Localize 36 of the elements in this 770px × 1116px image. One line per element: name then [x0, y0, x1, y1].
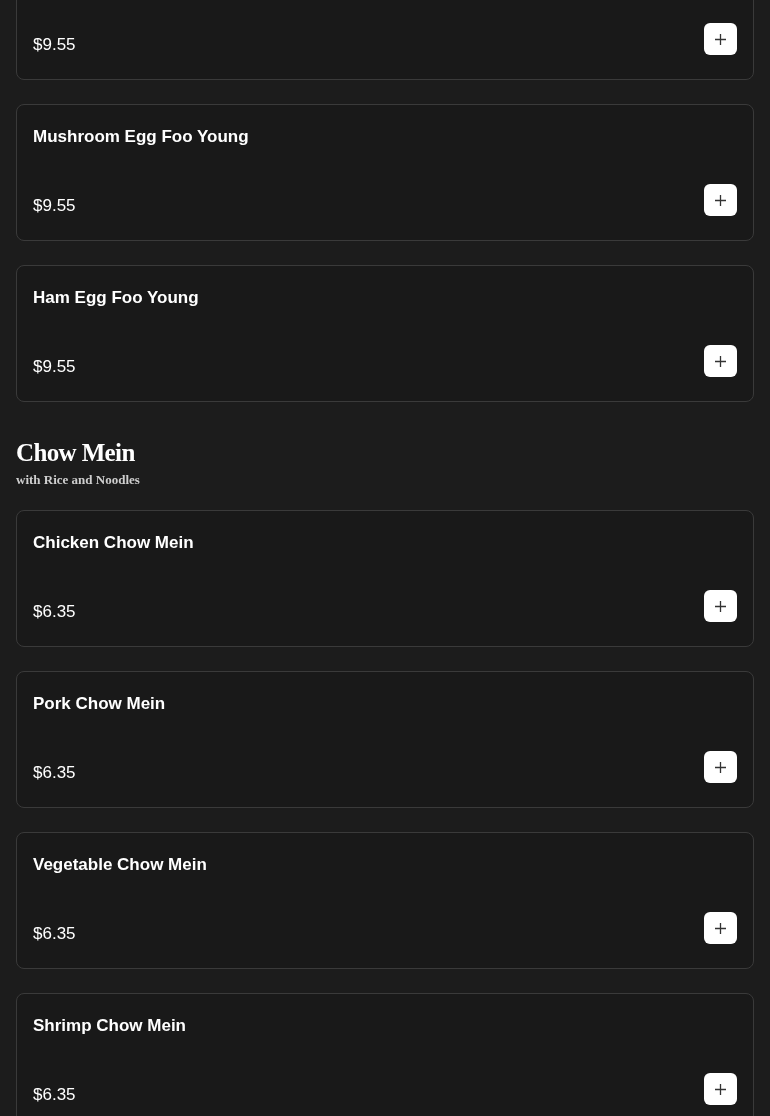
add-button[interactable]: [704, 184, 737, 216]
plus-icon: [715, 600, 726, 612]
menu-item-card[interactable]: Ham Egg Foo Young $9.55: [16, 265, 754, 402]
item-name: Shrimp Chow Mein: [33, 1015, 187, 1037]
item-price: $6.35: [33, 762, 76, 784]
plus-icon: [715, 194, 726, 206]
plus-icon: [715, 761, 726, 773]
section-subtitle: with Rice and Noodles: [16, 472, 140, 488]
add-button[interactable]: [704, 1073, 737, 1105]
add-button[interactable]: [704, 912, 737, 944]
menu-item-card[interactable]: Vegetable Chow Mein $6.35: [16, 832, 754, 969]
item-name: Chicken Chow Mein: [33, 532, 195, 554]
menu-item-card[interactable]: Shrimp Chow Mein $6.35: [16, 993, 754, 1116]
plus-icon: [715, 355, 726, 367]
menu-item-card[interactable]: $9.55: [16, 0, 754, 80]
item-price: $9.55: [33, 34, 76, 56]
item-price: $6.35: [33, 601, 76, 623]
plus-icon: [715, 1083, 726, 1095]
item-name: Vegetable Chow Mein: [33, 854, 208, 876]
plus-icon: [715, 922, 726, 934]
item-name: Ham Egg Foo Young: [33, 287, 200, 309]
item-name: Mushroom Egg Foo Young: [33, 126, 250, 148]
item-price: $6.35: [33, 1084, 76, 1106]
add-button[interactable]: [704, 23, 737, 55]
item-price: $9.55: [33, 195, 76, 217]
item-name: Pork Chow Mein: [33, 693, 167, 715]
add-button[interactable]: [704, 751, 737, 783]
menu-item-card[interactable]: Mushroom Egg Foo Young $9.55: [16, 104, 754, 241]
item-price: $6.35: [33, 923, 76, 945]
add-button[interactable]: [704, 590, 737, 622]
plus-icon: [715, 33, 726, 45]
menu-item-card[interactable]: Pork Chow Mein $6.35: [16, 671, 754, 808]
section-title: Chow Mein: [16, 438, 135, 468]
menu-item-card[interactable]: Chicken Chow Mein $6.35: [16, 510, 754, 647]
item-price: $9.55: [33, 356, 76, 378]
add-button[interactable]: [704, 345, 737, 377]
